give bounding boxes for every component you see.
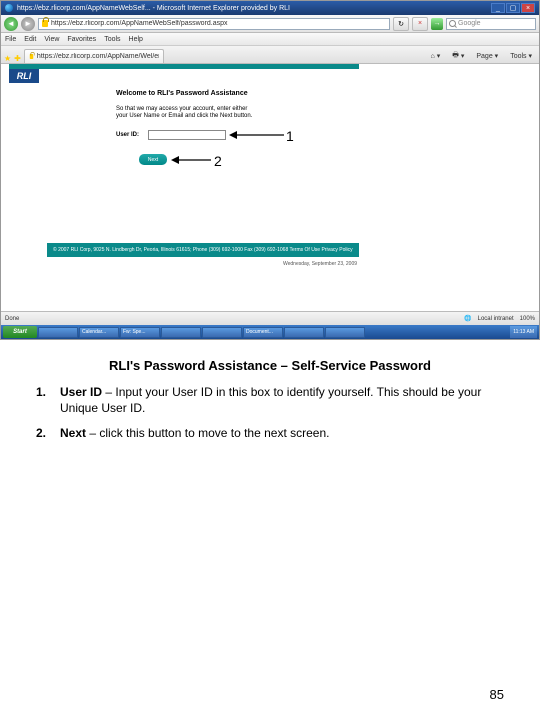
minimize-button[interactable]: _ [491,3,505,13]
task-item[interactable] [284,327,324,338]
doc-item-1: 1. User ID – Input your User ID in this … [36,385,504,416]
window-title: https://ebz.rlicorp.com/AppNameWebSelf..… [17,5,290,12]
add-fav-icon[interactable]: ✚ [14,54,21,63]
browser-tab[interactable]: https://ebz.rlicorp.com/AppName/Wel/en/P… [24,49,164,63]
tray-time: 11:13 AM [513,329,534,335]
task-item[interactable] [161,327,201,338]
print-button[interactable]: 🖶▾ [448,49,468,63]
menu-favorites[interactable]: Favorites [67,36,96,43]
menu-edit[interactable]: Edit [24,36,36,43]
forward-button[interactable]: ► [21,17,35,31]
status-bar: Done 🌐 Local intranet 100% [1,311,539,325]
search-placeholder: Google [458,20,481,27]
task-item[interactable]: Document... [243,327,283,338]
document-body: RLI's Password Assistance – Self-Service… [0,340,540,442]
home-icon: ⌂ [431,53,435,60]
doc-item-text: Next – click this button to move to the … [60,426,329,442]
windows-taskbar: Start Calendar... Fw: Spe... Document...… [1,325,539,339]
close-button[interactable]: × [521,3,535,13]
print-icon: 🖶 [452,51,459,62]
doc-item-number: 1. [36,385,60,416]
page-menu[interactable]: Page ▾ [472,49,502,63]
task-item[interactable] [38,327,78,338]
menu-tools[interactable]: Tools [104,36,120,43]
tab-lock-icon [30,54,34,59]
doc-heading: RLI's Password Assistance – Self-Service… [36,358,504,373]
window-controls: _ ▢ × [491,3,535,13]
security-zone: Local intranet [478,316,514,322]
doc-item-number: 2. [36,426,60,442]
system-tray[interactable]: 11:13 AM [510,326,537,338]
menu-file[interactable]: File [5,36,16,43]
zoom-level[interactable]: 100% [520,316,535,322]
nav-toolbar: ◄ ► https://ebz.rlicorp.com/AppNameWebSe… [1,15,539,33]
page-toolbar: ⌂▾ 🖶▾ Page ▾ Tools ▾ [427,49,537,63]
userid-label: User ID: [116,132,139,138]
page-content: RLI Welcome to RLI's Password Assistance… [1,64,539,309]
favorites-star-icon[interactable]: ★ [4,54,11,63]
home-button[interactable]: ⌂▾ [427,49,445,63]
window-titlebar: https://ebz.rlicorp.com/AppNameWebSelf..… [1,1,539,15]
page-number: 85 [490,687,504,702]
refresh-button[interactable]: ↻ [393,17,409,31]
address-url: https://ebz.rlicorp.com/AppNameWebSelf/p… [51,20,228,27]
task-item[interactable]: Fw: Spe... [120,327,160,338]
callout-arrow-1 [229,130,284,140]
address-bar[interactable]: https://ebz.rlicorp.com/AppNameWebSelf/p… [38,18,390,30]
go-button[interactable]: → [431,18,443,30]
task-item[interactable] [325,327,365,338]
tools-menu[interactable]: Tools ▾ [506,49,536,63]
menu-help[interactable]: Help [129,36,143,43]
page-footer: © 2007 RLI Corp, 9025 N. Lindbergh Dr, P… [47,243,359,257]
menu-bar: File Edit View Favorites Tools Help [1,33,539,46]
rli-logo: RLI [9,69,39,83]
callout-number-2: 2 [214,153,222,169]
task-item[interactable]: Calendar... [79,327,119,338]
stop-button[interactable]: × [412,17,428,31]
lock-icon [42,20,48,27]
intro-text: So that we may access your account, ente… [116,106,256,120]
back-button[interactable]: ◄ [4,17,18,31]
tab-label: https://ebz.rlicorp.com/AppName/Wel/en/P… [37,53,159,60]
task-item[interactable] [202,327,242,338]
callout-number-1: 1 [286,128,294,144]
globe-icon: 🌐 [464,315,471,322]
callout-arrow-2 [171,155,211,165]
userid-input[interactable] [148,130,226,140]
page-heading: Welcome to RLI's Password Assistance [116,90,248,97]
search-box[interactable]: Google [446,18,536,30]
maximize-button[interactable]: ▢ [506,3,520,13]
header-accent [9,64,359,69]
tab-bar: ★ ✚ https://ebz.rlicorp.com/AppName/Wel/… [1,46,539,64]
start-button[interactable]: Start [3,326,37,338]
menu-view[interactable]: View [44,36,59,43]
next-button[interactable]: Next [139,154,167,165]
doc-item-2: 2. Next – click this button to move to t… [36,426,504,442]
status-done: Done [5,316,19,322]
search-icon [449,20,456,27]
doc-item-text: User ID – Input your User ID in this box… [60,385,504,416]
screenshot-container: https://ebz.rlicorp.com/AppNameWebSelf..… [0,0,540,340]
ie-icon [5,4,13,12]
page-date: Wednesday, September 23, 2009 [283,261,357,267]
doc-list: 1. User ID – Input your User ID in this … [36,385,504,442]
